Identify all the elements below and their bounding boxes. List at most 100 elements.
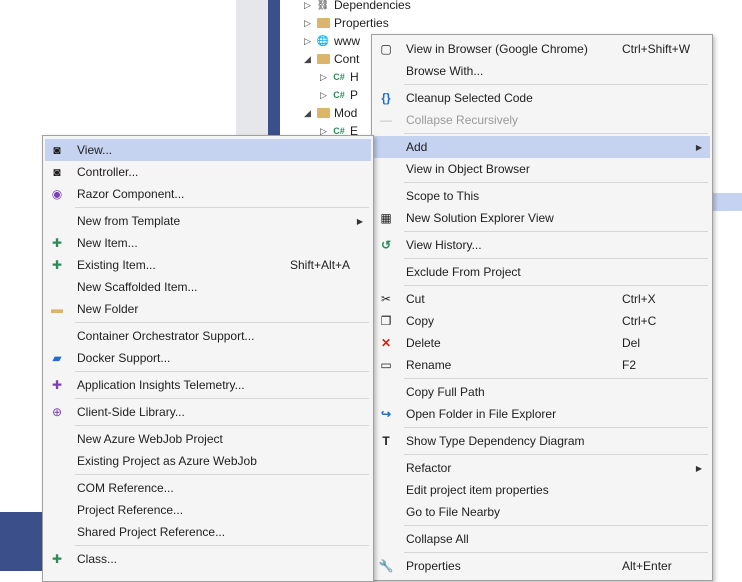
tree-item-properties[interactable]: ▷ Properties (304, 14, 389, 32)
copy-icon: ❐ (380, 314, 392, 328)
menu-item-cleanup-selected-code[interactable]: {} Cleanup Selected Code (374, 87, 710, 109)
menu-separator (404, 258, 708, 259)
menu-separator (404, 182, 708, 183)
menu-item-copy[interactable]: ❐ Copy Ctrl+C (374, 310, 710, 332)
menu-separator (75, 545, 369, 546)
menu-item-container-orchestrator-support[interactable]: Container Orchestrator Support... (45, 325, 371, 347)
view-icon: ◙ (53, 143, 61, 157)
tree-item-home-controller[interactable]: ▷ C# H (320, 68, 359, 86)
open-folder-arrow-icon: ↪ (380, 407, 392, 421)
solution-explorer-context-menu: ▢ View in Browser (Google Chrome) Ctrl+S… (371, 34, 713, 581)
tree-item-label: Cont (334, 52, 360, 66)
menu-separator (404, 552, 708, 553)
type-diagram-icon: T (382, 434, 390, 448)
menu-item-scope-to-this[interactable]: Scope to This (374, 185, 710, 207)
expand-arrow-icon[interactable]: ▷ (304, 18, 312, 29)
menu-item-class[interactable]: ✚ Class... (45, 548, 371, 570)
collapse-arrow-icon[interactable]: ◢ (304, 108, 312, 119)
tree-item-dependencies[interactable]: ▷ ⛓ Dependencies (304, 0, 411, 14)
add-submenu: ◙ View... ◙ Controller... ◉ Razor Compon… (42, 135, 374, 582)
menu-separator (404, 525, 708, 526)
expand-arrow-icon[interactable]: ▷ (320, 72, 328, 83)
csharp-file-icon: C# (333, 90, 345, 100)
menu-item-new-folder[interactable]: ▬ New Folder (45, 298, 371, 320)
menu-separator (404, 285, 708, 286)
tree-item-models[interactable]: ◢ Mod (304, 104, 357, 122)
menu-item-new-azure-webjob-project[interactable]: New Azure WebJob Project (45, 428, 371, 450)
menu-item-copy-full-path[interactable]: Copy Full Path (374, 381, 710, 403)
folder-icon (316, 52, 330, 66)
menu-item-delete[interactable]: ✕ Delete Del (374, 332, 710, 354)
menu-item-application-insights-telemetry[interactable]: ✚ Application Insights Telemetry... (45, 374, 371, 396)
new-item-icon: ✚ (51, 236, 63, 250)
tree-item-controllers[interactable]: ◢ Cont (304, 50, 359, 68)
collapse-arrow-icon[interactable]: ◢ (304, 54, 312, 65)
menu-item-properties[interactable]: 🔧 Properties Alt+Enter (374, 555, 710, 577)
menu-item-existing-project-as-azure-webjob[interactable]: Existing Project as Azure WebJob (45, 450, 371, 472)
menu-item-new-item[interactable]: ✚ New Item... (45, 232, 371, 254)
menu-item-new-solution-explorer-view[interactable]: ▦ New Solution Explorer View (374, 207, 710, 229)
menu-item-docker-support[interactable]: ▰ Docker Support... (45, 347, 371, 369)
menu-item-cut[interactable]: ✂ Cut Ctrl+X (374, 288, 710, 310)
menu-separator (75, 474, 369, 475)
menu-item-new-scaffolded-item[interactable]: New Scaffolded Item... (45, 276, 371, 298)
menu-item-new-from-template[interactable]: New from Template ▶ (45, 210, 371, 232)
dependencies-icon: ⛓ (316, 0, 330, 11)
menu-item-open-folder-in-file-explorer[interactable]: ↪ Open Folder in File Explorer (374, 403, 710, 425)
menu-separator (404, 427, 708, 428)
existing-item-icon: ✚ (51, 258, 63, 272)
menu-separator (404, 231, 708, 232)
menu-item-browse-with[interactable]: Browse With... (374, 60, 710, 82)
expand-arrow-icon[interactable]: ▷ (320, 90, 328, 101)
menu-item-collapse-all[interactable]: Collapse All (374, 528, 710, 550)
globe-icon: 🌐 (316, 35, 330, 47)
controller-icon: ◙ (53, 165, 61, 179)
csharp-file-icon: C# (333, 72, 345, 82)
properties-folder-icon (316, 16, 330, 30)
menu-item-view[interactable]: ◙ View... (45, 139, 371, 161)
expand-arrow-icon[interactable]: ▷ (304, 0, 312, 11)
menu-separator (404, 378, 708, 379)
menu-item-show-type-dependency-diagram[interactable]: T Show Type Dependency Diagram (374, 430, 710, 452)
history-icon: ↺ (380, 238, 392, 252)
tree-item-label: Dependencies (334, 0, 411, 12)
menu-item-shared-project-reference[interactable]: Shared Project Reference... (45, 521, 371, 543)
razor-icon: ◉ (51, 187, 63, 201)
menu-item-view-in-object-browser[interactable]: View in Object Browser (374, 158, 710, 180)
menu-item-project-reference[interactable]: Project Reference... (45, 499, 371, 521)
cleanup-braces-icon: {} (381, 91, 391, 105)
menu-separator (75, 425, 369, 426)
menu-item-view-in-browser[interactable]: ▢ View in Browser (Google Chrome) Ctrl+S… (374, 38, 710, 60)
folder-icon (316, 106, 330, 120)
menu-item-go-to-file-nearby[interactable]: Go to File Nearby (374, 501, 710, 523)
submenu-arrow-icon: ▶ (695, 142, 702, 152)
menu-separator (75, 398, 369, 399)
tree-item-label: Properties (334, 16, 389, 30)
menu-item-com-reference[interactable]: COM Reference... (45, 477, 371, 499)
browser-icon: ▢ (380, 42, 392, 56)
menu-item-razor-component[interactable]: ◉ Razor Component... (45, 183, 371, 205)
menu-separator (75, 322, 369, 323)
selected-tree-row[interactable] (710, 193, 742, 211)
tree-item-label: www (334, 34, 360, 48)
solution-explorer-view-icon: ▦ (380, 211, 392, 225)
menu-item-existing-item[interactable]: ✚ Existing Item... Shift+Alt+A (45, 254, 371, 276)
tree-item-label: Mod (334, 106, 358, 120)
tree-item-label: H (350, 70, 359, 84)
menu-item-controller[interactable]: ◙ Controller... (45, 161, 371, 183)
menu-item-refactor[interactable]: Refactor ▶ (374, 457, 710, 479)
library-icon: ⊕ (51, 405, 63, 419)
class-icon: ✚ (51, 552, 63, 566)
submenu-arrow-icon: ▶ (356, 216, 363, 226)
tree-item-p-controller[interactable]: ▷ C# P (320, 86, 358, 104)
menu-item-edit-project-item-properties[interactable]: Edit project item properties (374, 479, 710, 501)
menu-item-exclude-from-project[interactable]: Exclude From Project (374, 261, 710, 283)
menu-item-client-side-library[interactable]: ⊕ Client-Side Library... (45, 401, 371, 423)
menu-item-rename[interactable]: ▭ Rename F2 (374, 354, 710, 376)
menu-item-collapse-recursively[interactable]: — Collapse Recursively (374, 109, 710, 131)
menu-item-view-history[interactable]: ↺ View History... (374, 234, 710, 256)
menu-separator (404, 454, 708, 455)
expand-arrow-icon[interactable]: ▷ (304, 36, 312, 47)
tree-item-wwwroot[interactable]: ▷ 🌐 www (304, 32, 360, 50)
menu-item-add[interactable]: Add ▶ (374, 136, 710, 158)
